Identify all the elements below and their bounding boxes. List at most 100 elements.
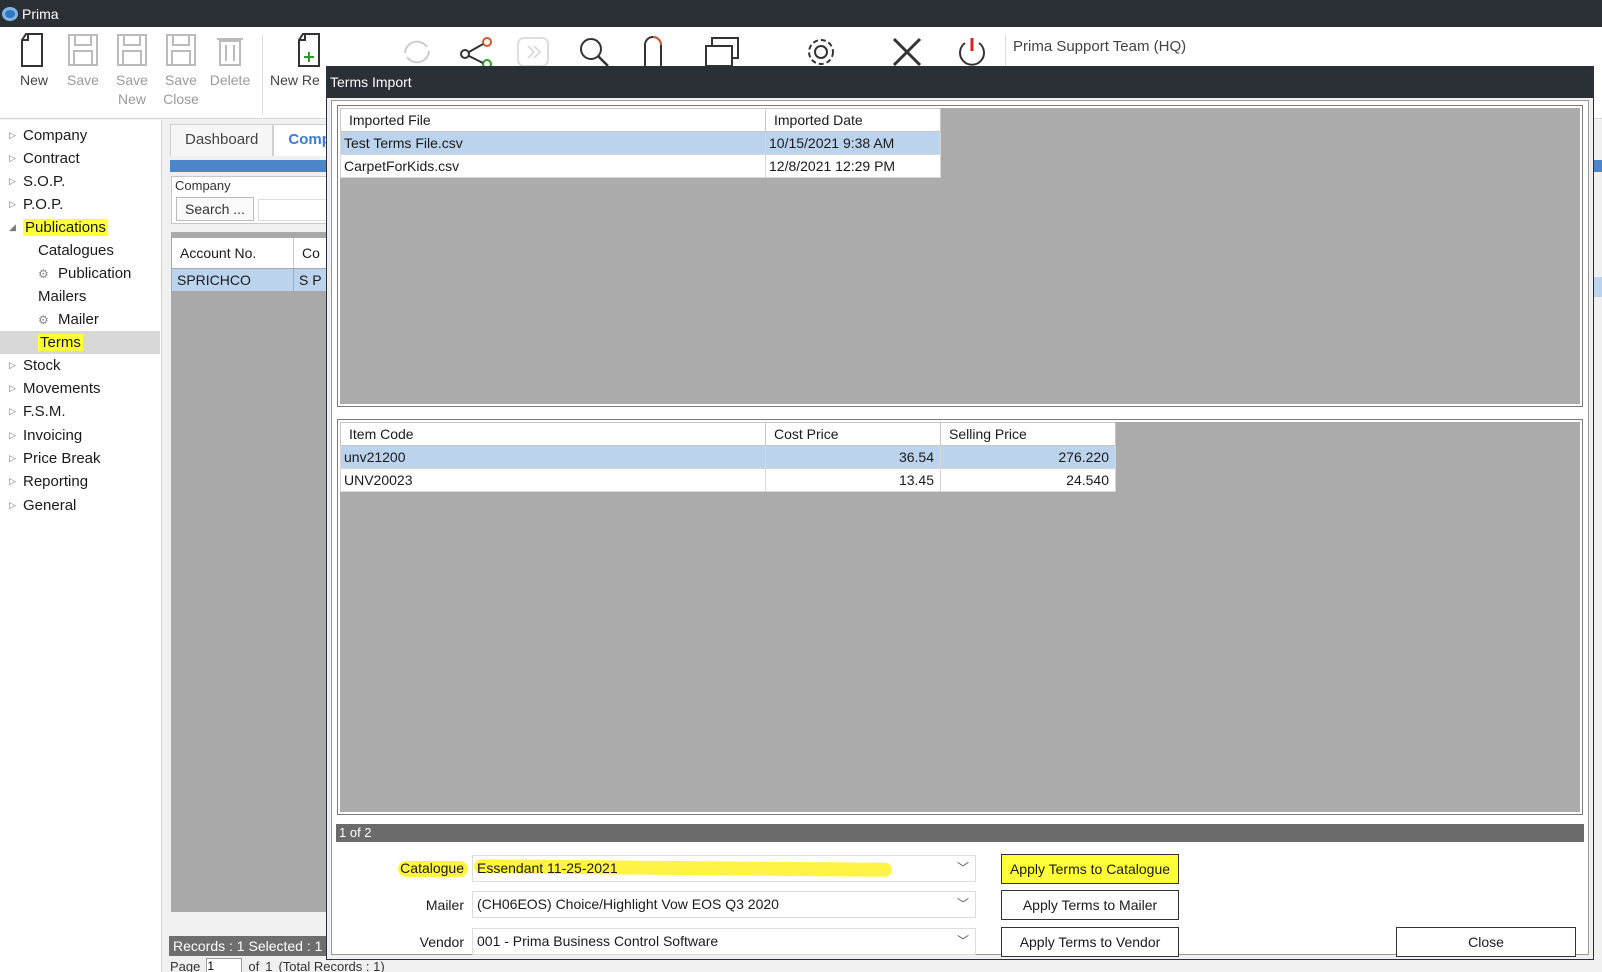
nav-company[interactable]: ▷ Company <box>0 124 160 147</box>
nav-stock[interactable]: ▷ Stock <box>0 354 160 377</box>
company-search-box: Company Search ... <box>171 176 331 224</box>
nav-label: General <box>23 497 77 514</box>
table-row[interactable]: UNV20023 13.45 24.540 <box>340 468 1116 492</box>
nav-movements[interactable]: ▷ Movements <box>0 377 160 400</box>
header-row: Item Code Cost Price Selling Price <box>340 422 1116 446</box>
total-pages: 1 <box>265 958 273 972</box>
nav-invoicing[interactable]: ▷ Invoicing <box>0 424 160 447</box>
nav-label: Contract <box>23 150 80 167</box>
header-row: Imported File Imported Date <box>340 108 941 132</box>
nav-contract[interactable]: ▷ Contract <box>0 147 160 170</box>
sidebar: ▷ Company ▷ Contract ▷ S.O.P. ▷ P.O.P. ◢ Publ… <box>0 120 162 972</box>
terms-import-dialog: Terms Import Imported File Imported Date… <box>326 66 1594 960</box>
search-button[interactable]: Search ... <box>176 197 254 221</box>
expand-arrow-icon[interactable]: ▷ <box>9 476 21 487</box>
apply-terms-catalogue-button[interactable]: Apply Terms to Catalogue <box>1001 854 1179 884</box>
expand-arrow-icon[interactable]: ▷ <box>9 383 21 394</box>
expand-arrow-icon[interactable]: ▷ <box>9 500 21 511</box>
collapse-arrow-icon[interactable]: ◢ <box>9 222 21 233</box>
nav-general[interactable]: ▷ General <box>0 494 160 517</box>
delete-button[interactable]: Delete <box>206 31 254 90</box>
nav-mailers[interactable]: Mailers <box>0 285 160 308</box>
column-header[interactable]: Imported File <box>340 108 766 132</box>
prima-logo-icon <box>2 6 18 21</box>
new-button[interactable]: New <box>10 31 58 90</box>
column-header[interactable]: Cost Price <box>765 422 941 446</box>
nav-label: Price Break <box>23 450 101 467</box>
new-record-label: New Re <box>270 72 320 88</box>
save-new-icon <box>115 31 149 69</box>
imported-files-grid: Imported File Imported Date Test Terms F… <box>337 105 1583 407</box>
nav-sop[interactable]: ▷ S.O.P. <box>0 170 160 193</box>
save-close-label-2: Close <box>163 91 199 107</box>
save-close-button[interactable]: Save Close <box>157 31 205 109</box>
save-label: Save <box>67 72 99 88</box>
new-document-icon <box>17 31 51 69</box>
nav-pop[interactable]: ▷ P.O.P. <box>0 193 160 216</box>
company-grid: Account No. Co SPRICHCO S P <box>171 232 331 912</box>
expand-arrow-icon[interactable]: ▷ <box>9 453 21 464</box>
expand-arrow-icon[interactable]: ▷ <box>9 406 21 417</box>
vendor-select[interactable]: 001 - Prima Business Control Software ﹀ <box>472 928 976 955</box>
cell: 10/15/2021 9:38 AM <box>765 131 941 155</box>
mailer-select[interactable]: (CH06EOS) Choice/Highlight Vow EOS Q3 20… <box>472 891 976 918</box>
vendor-value: 001 - Prima Business Control Software <box>477 933 719 949</box>
save-close-label-1: Save <box>165 72 197 88</box>
nav-catalogues[interactable]: Catalogues <box>0 239 160 262</box>
table-row[interactable]: CarpetForKids.csv 12/8/2021 12:29 PM <box>340 154 941 178</box>
title-bar: Prima <box>0 0 1602 27</box>
gear-icon: ⚙ <box>38 312 49 327</box>
nav-label: Stock <box>23 357 61 374</box>
apply-terms-mailer-button[interactable]: Apply Terms to Mailer <box>1001 890 1179 920</box>
column-header[interactable]: Imported Date <box>765 108 941 132</box>
nav-label: P.O.P. <box>23 196 64 213</box>
header-strip <box>170 160 330 172</box>
column-header[interactable]: Selling Price <box>940 422 1116 446</box>
nav-label: Movements <box>23 380 101 397</box>
nav-terms[interactable]: Terms <box>0 331 160 354</box>
table-row[interactable]: SPRICHCO S P <box>172 269 330 291</box>
nav-price-break[interactable]: ▷ Price Break <box>0 447 160 470</box>
nav-publication[interactable]: ⚙ Publication <box>0 262 160 285</box>
save-button[interactable]: Save <box>59 31 107 90</box>
expand-arrow-icon[interactable]: ▷ <box>9 130 21 141</box>
nav-label: Catalogues <box>38 242 114 259</box>
new-record-button[interactable]: New Re <box>270 31 326 90</box>
column-header[interactable]: Item Code <box>340 422 766 446</box>
nav-publications[interactable]: ◢ Publications <box>0 216 160 239</box>
nav-fsm[interactable]: ▷ F.S.M. <box>0 400 160 423</box>
catalogue-label: Catalogue <box>400 860 464 876</box>
column-header[interactable]: Co <box>294 238 329 268</box>
cell: CarpetForKids.csv <box>340 154 766 178</box>
expand-arrow-icon[interactable]: ▷ <box>9 430 21 441</box>
toolbar-divider <box>262 35 263 115</box>
chevron-down-icon: ﹀ <box>956 861 969 875</box>
grid-header: Account No. Co <box>172 238 330 268</box>
expand-arrow-icon[interactable]: ▷ <box>9 199 21 210</box>
table-row[interactable]: Test Terms File.csv 10/15/2021 9:38 AM <box>340 131 941 155</box>
chevron-down-icon: ﹀ <box>956 897 969 911</box>
delete-label: Delete <box>209 72 251 88</box>
close-button[interactable]: Close <box>1396 927 1576 957</box>
save-new-button[interactable]: Save New <box>108 31 156 109</box>
expand-arrow-icon[interactable]: ▷ <box>9 153 21 164</box>
cell: 36.54 <box>765 445 941 469</box>
nav-reporting[interactable]: ▷ Reporting <box>0 470 160 493</box>
mailer-value: (CH06EOS) Choice/Highlight Vow EOS Q3 20… <box>477 896 779 912</box>
nav-label: Publication <box>58 265 132 282</box>
tab-dashboard[interactable]: Dashboard <box>170 124 274 156</box>
nav-label: F.S.M. <box>23 403 66 420</box>
cell: 12/8/2021 12:29 PM <box>765 154 941 178</box>
trash-icon <box>213 31 247 69</box>
nav-mailer[interactable]: ⚙ Mailer <box>0 308 160 331</box>
cell: 13.45 <box>765 468 941 492</box>
expand-arrow-icon[interactable]: ▷ <box>9 176 21 187</box>
search-input[interactable] <box>258 199 328 221</box>
apply-terms-vendor-button[interactable]: Apply Terms to Vendor <box>1001 927 1179 957</box>
gear-icon: ⚙ <box>38 266 49 281</box>
catalogue-select[interactable]: Essendant 11-25-2021 ﹀ <box>472 855 976 882</box>
table-row[interactable]: unv21200 36.54 276.220 <box>340 445 1116 469</box>
expand-arrow-icon[interactable]: ▷ <box>9 360 21 371</box>
column-header[interactable]: Account No. <box>172 238 294 268</box>
page-input[interactable] <box>206 958 243 972</box>
